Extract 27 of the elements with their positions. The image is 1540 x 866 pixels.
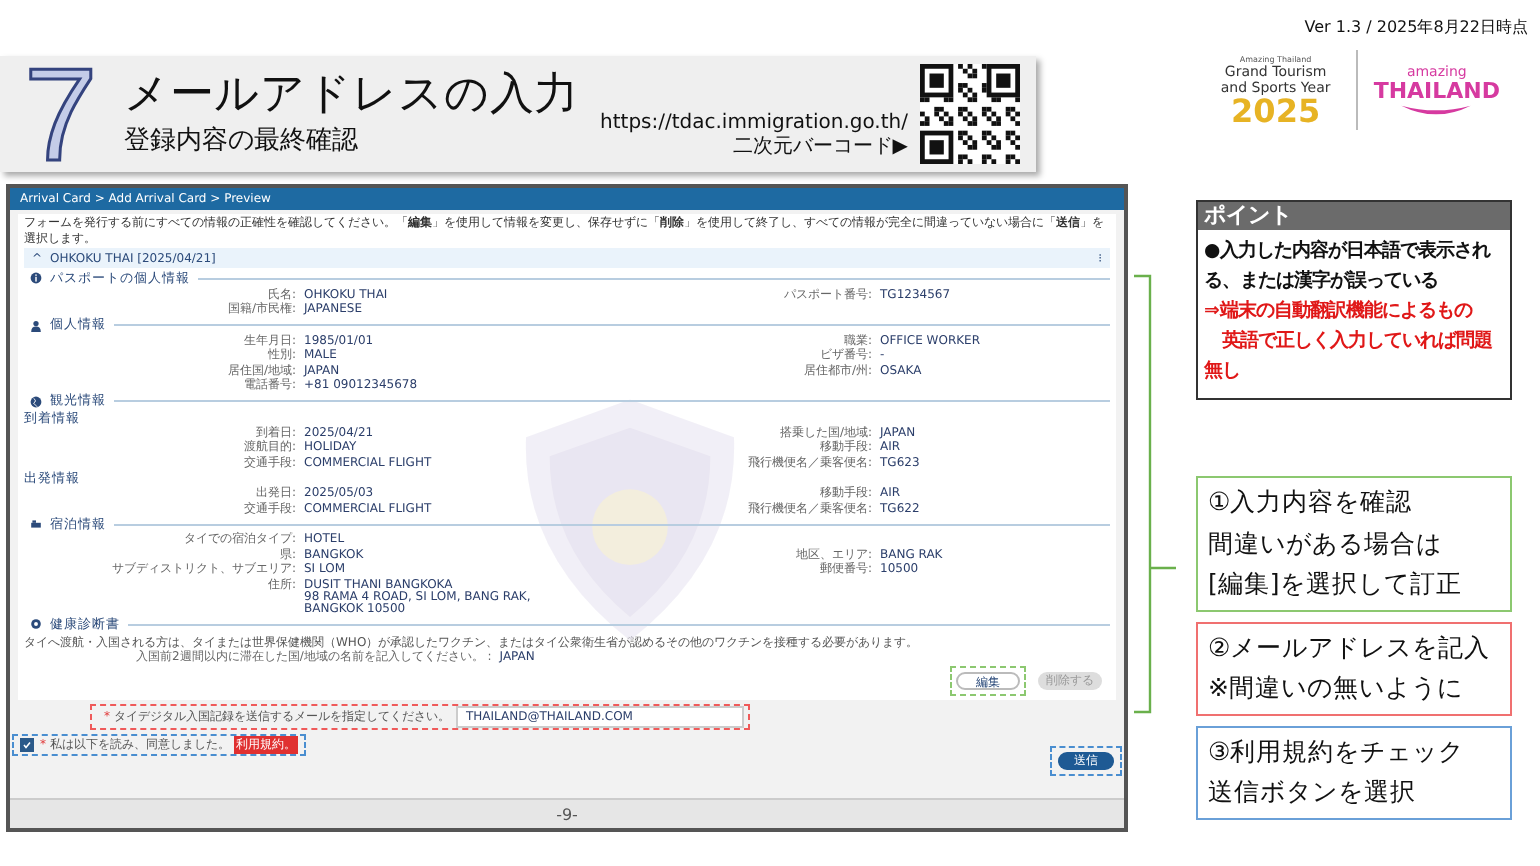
person-icon	[30, 319, 42, 332]
step-text: ③利用規約をチェック	[1208, 733, 1467, 769]
step-text: ①入力内容を確認	[1208, 484, 1415, 520]
bed-icon	[30, 518, 42, 531]
slide-subtitle: 登録内容の最終確認	[124, 124, 360, 160]
step-number: 7	[24, 56, 100, 172]
gear-icon	[30, 618, 42, 631]
version-text: Ver 1.3 / 2025年8月22日時点	[1304, 16, 1528, 38]
checkbox[interactable]	[20, 737, 34, 752]
point-text: ●入力した内容が日本語で表示される、または漢字が誤っている	[1204, 237, 1493, 296]
url-text: https://tdac.immigration.go.th/	[600, 112, 908, 136]
step-text: [編集]を選択して訂正	[1208, 566, 1464, 602]
step-text: 間違いがある場合は	[1208, 525, 1444, 561]
step-text: ②メールアドレスを記入	[1208, 629, 1493, 665]
logo-year: 2025	[1231, 95, 1321, 127]
qr-label: 二次元バーコード▶	[732, 136, 908, 160]
qr-code-icon	[920, 64, 1020, 164]
step-text: 送信ボタンを選択	[1208, 774, 1418, 810]
point-title: ポイント	[1198, 202, 1510, 230]
slide-title: メールアドレスの入力	[124, 68, 578, 124]
brand-name: THAILAND	[1373, 79, 1500, 103]
page-number: -9-	[556, 805, 578, 823]
point-text: 英語で正しく入力していれば問題無し	[1204, 327, 1494, 386]
info-icon	[30, 272, 42, 285]
step-text: ※間違いの無いように	[1208, 670, 1465, 706]
globe-icon	[30, 395, 42, 408]
point-text: ⇒端末の自動翻訳機能によるもの	[1204, 298, 1475, 326]
